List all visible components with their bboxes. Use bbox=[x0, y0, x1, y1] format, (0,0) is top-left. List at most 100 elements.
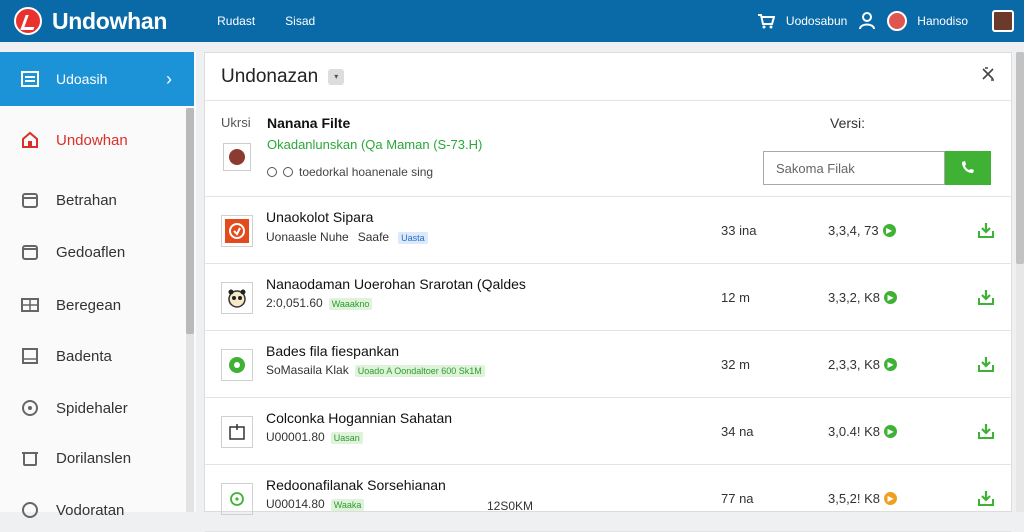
page-scrollbar[interactable] bbox=[1016, 52, 1024, 512]
file-sub-text: 2:0,051.60 bbox=[266, 296, 323, 310]
download-icon[interactable] bbox=[977, 355, 995, 373]
avatar-face-icon bbox=[229, 149, 245, 165]
sidebar-scroll-thumb[interactable] bbox=[186, 108, 194, 334]
page-scroll-thumb[interactable] bbox=[1016, 52, 1024, 264]
sidebar-item-folder[interactable]: Gedoaflen bbox=[0, 232, 186, 272]
account-text[interactable]: Hanodiso bbox=[917, 14, 968, 28]
file-icon bbox=[221, 215, 253, 247]
file-version: 3,5,2! K8 ▶ bbox=[828, 491, 898, 506]
top-nav-item[interactable]: Sisad bbox=[285, 14, 315, 28]
sidebar-item-grid[interactable]: Beregean bbox=[0, 285, 186, 325]
trash-icon bbox=[20, 449, 40, 467]
sidebar-item-active[interactable]: Udoasih › bbox=[0, 52, 194, 106]
user-icon[interactable] bbox=[857, 11, 877, 31]
sidebar-item-trash[interactable]: Dorilanslen bbox=[0, 438, 186, 478]
table-row[interactable]: Redoonafilanak Sorsehianan U00014.80 Waaka… bbox=[205, 465, 1011, 532]
file-title[interactable]: Redoonafilanak Sorsehianan bbox=[266, 477, 446, 493]
sidebar-item-image[interactable]: Badenta bbox=[0, 336, 186, 376]
file-version: 3,3,4, 73 ▶ bbox=[828, 223, 896, 238]
grid-icon bbox=[20, 296, 40, 314]
file-extra: 12S0KM bbox=[487, 499, 534, 513]
brand[interactable]: Undowhan bbox=[14, 7, 167, 35]
status-dot-icon: ▶ bbox=[884, 492, 898, 505]
file-subtitle: U00001.80 Uasan bbox=[266, 430, 363, 444]
file-version-text: 3,3,2, K8 bbox=[828, 290, 881, 305]
sidebar-item-label: Vodoratan bbox=[56, 501, 125, 519]
download-icon[interactable] bbox=[977, 422, 995, 440]
sidebar-item-label: Dorilanslen bbox=[56, 449, 132, 467]
file-version-text: 2,3,3, K8 bbox=[828, 357, 881, 372]
file-list: Unaokolot Sipara Uonaasle Nuhe Saafe Uasta 3… bbox=[205, 197, 1011, 532]
file-meta-text: toedorkal hoanenale sing bbox=[299, 165, 434, 179]
profile-avatar[interactable] bbox=[992, 10, 1014, 32]
file-sub-text: SoMasaila Klak bbox=[266, 363, 349, 377]
download-icon[interactable] bbox=[977, 489, 995, 507]
file-tag: Waaakno bbox=[328, 298, 373, 310]
file-version-text: 3,0.4! K8 bbox=[828, 424, 881, 439]
table-row[interactable]: Unaokolot Sipara Uonaasle Nuhe Saafe Uasta 3… bbox=[205, 197, 1011, 264]
panel-header: Undonazan ▾ bbox=[205, 53, 1011, 101]
top-right: Uodosabun Hanodiso bbox=[756, 10, 1014, 32]
sidebar-item-settings[interactable]: Vodoratan bbox=[0, 490, 186, 530]
table-row[interactable]: Bades fila fiespankan SoMasaila Klak Uoado… bbox=[205, 331, 1011, 398]
top-nav: Rudast Sisad bbox=[217, 14, 315, 28]
status-dot-icon: ▶ bbox=[884, 425, 898, 438]
chevron-right-icon: › bbox=[166, 68, 172, 89]
file-version-text: 3,5,2! K8 bbox=[828, 491, 881, 506]
top-nav-item[interactable]: Rudast bbox=[217, 14, 255, 28]
table-row[interactable]: Colconka Hogannian Sahatan U00001.80 Uasan… bbox=[205, 398, 1011, 465]
file-status-text[interactable]: Okadanlunskan (Qa Maman (S-73.H) bbox=[267, 137, 482, 152]
file-size: 32 m bbox=[721, 357, 750, 372]
expand-icon[interactable] bbox=[981, 67, 995, 86]
sidebar: Udoasih › Undowhan Betrahan Gedoaflen Be… bbox=[0, 52, 196, 519]
file-title[interactable]: Unaokolot Sipara bbox=[266, 209, 373, 225]
file-size: 12 m bbox=[721, 290, 750, 305]
file-title[interactable]: Bades fila fiespankan bbox=[266, 343, 399, 359]
cart-icon[interactable] bbox=[756, 11, 776, 31]
user-text[interactable]: Uodosabun bbox=[786, 14, 847, 28]
sidebar-item-home[interactable]: Undowhan bbox=[0, 120, 186, 160]
sidebar-item-disc[interactable]: Spidehaler bbox=[0, 388, 186, 428]
main-panel: Undonazan ▾ Ukrsi Nanana Filte Okadanlun… bbox=[204, 52, 1012, 532]
table-row[interactable]: Nanaodaman Uoerohan Srarotan (Qaldes 2:0,… bbox=[205, 264, 1011, 331]
sidebar-item-label: Spidehaler bbox=[56, 399, 128, 417]
top-bar: Undowhan Rudast Sisad Uodosabun Hanodiso bbox=[0, 0, 1024, 42]
dropdown-icon[interactable]: ▾ bbox=[328, 68, 345, 85]
file-icon bbox=[221, 349, 253, 381]
uploader-avatar[interactable] bbox=[223, 143, 251, 171]
list-icon bbox=[20, 70, 40, 88]
file-meta: toedorkal hoanenale sing bbox=[267, 165, 433, 179]
file-tag: Uoado A Oondaltoer 600 Sk1M bbox=[354, 365, 485, 377]
download-icon[interactable] bbox=[977, 288, 995, 306]
info-icon bbox=[267, 167, 277, 177]
file-title[interactable]: Colconka Hogannian Sahatan bbox=[266, 410, 452, 426]
download-icon[interactable] bbox=[977, 221, 995, 239]
file-sub-text: Uonaasle Nuhe bbox=[266, 230, 349, 244]
brand-name: Undowhan bbox=[52, 7, 168, 34]
box-icon bbox=[20, 191, 40, 209]
panel-title: Undonazan bbox=[221, 65, 319, 87]
search-button[interactable] bbox=[945, 151, 991, 185]
search-input[interactable]: Sakoma Filak bbox=[763, 151, 945, 185]
file-tag: Uasan bbox=[330, 432, 363, 444]
file-icon bbox=[221, 483, 253, 515]
search-box: Sakoma Filak bbox=[763, 151, 991, 185]
sidebar-item-label: Betrahan bbox=[56, 191, 117, 209]
file-subtitle: SoMasaila Klak Uoado A Oondaltoer 600 Sk1… bbox=[266, 363, 485, 377]
file-sub-text: U00001.80 bbox=[266, 430, 325, 444]
brand-logo-icon bbox=[14, 7, 42, 35]
home-icon bbox=[20, 131, 40, 149]
phone-icon bbox=[962, 161, 974, 173]
sidebar-item-box[interactable]: Betrahan bbox=[0, 180, 186, 220]
folder-icon bbox=[20, 243, 40, 261]
file-size: 34 na bbox=[721, 424, 754, 439]
sidebar-item-label: Undowhan bbox=[56, 131, 128, 149]
file-version-text: 3,3,4, 73 bbox=[828, 223, 879, 238]
file-sub-text: U00014.80 bbox=[266, 497, 325, 511]
status-dot-icon: ▶ bbox=[882, 224, 896, 237]
sidebar-scrollbar[interactable] bbox=[186, 108, 194, 512]
avatar[interactable] bbox=[887, 11, 908, 31]
file-title[interactable]: Nanaodaman Uoerohan Srarotan (Qaldes bbox=[266, 276, 526, 292]
file-version: 3,0.4! K8 ▶ bbox=[828, 424, 898, 439]
file-tag: Waaka bbox=[330, 499, 365, 511]
